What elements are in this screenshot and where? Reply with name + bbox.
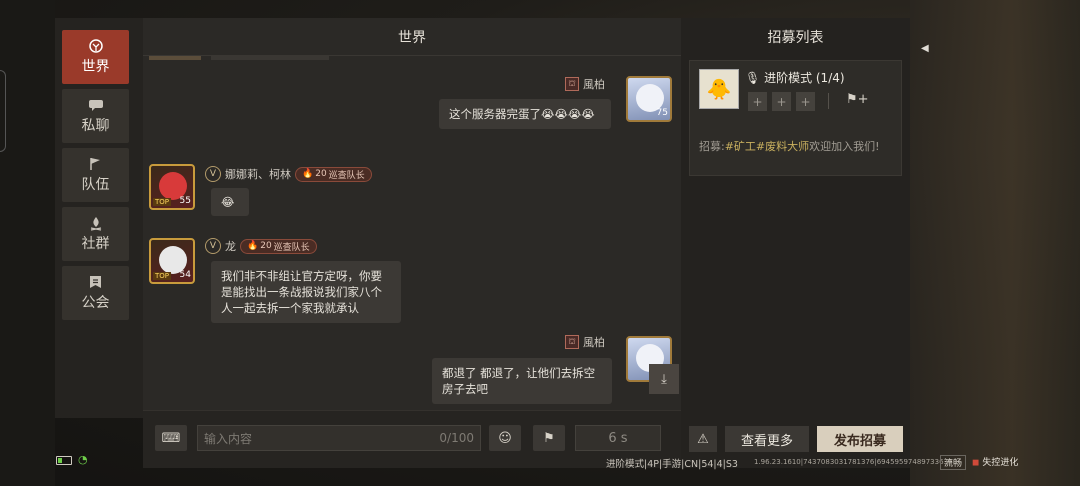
warning-icon: ⚠ [697,431,709,447]
game-screen: 世界 私聊 队伍 社群 公会 世界 ⛫ 風柏 75 这个服务器完蛋了😭😭😭😭 T… [0,0,1080,486]
avatar-level: 75 [656,108,668,118]
game-logo: ◼ 失控进化 [972,458,1019,468]
message-2-header: V 娜娜莉、柯林 🔥 20 巡查队长 [205,166,372,182]
vip-icon: V [205,238,221,254]
chat-input[interactable]: 输入内容 0/100 [197,425,481,451]
message-2-sender: 娜娜莉、柯林 [225,168,291,181]
message-1-bubble[interactable]: 这个服务器完蛋了😭😭😭😭 [439,99,611,129]
char-counter: 0/100 [439,431,474,445]
tab-community[interactable]: 社群 [62,207,129,261]
recruit-card[interactable]: 🐥 🎙 进阶模式 (1/4) + + + ⚑+ 招募:#矿工#废料大师欢迎加入我… [689,60,902,176]
message-3-bubble[interactable]: 我们非不非组让官方定呀，你要是能找出一条战报说我们家八个人一起去拆一个家我就承认 [211,261,401,323]
tab-world[interactable]: 世界 [62,30,129,84]
tab-private-chat-label: 私聊 [81,118,110,134]
message-3-avatar[interactable]: TOP 54 [149,238,195,284]
chat-input-bar: ⌨ 输入内容 0/100 ☺ ⚑ 6 s [143,410,681,468]
message-1-sender: 風柏 [583,78,605,91]
tab-community-label: 社群 [81,236,110,252]
tab-guild[interactable]: 公会 [62,266,129,320]
vip-icon: V [205,166,221,182]
tab-guild-label: 公会 [81,295,110,311]
guild-emblem-icon: ⛫ [565,77,579,91]
edge-handle[interactable] [0,70,6,152]
backdrop-left [0,0,55,486]
campfire-icon [87,215,105,231]
message-2-avatar[interactable]: TOP 55 [149,164,195,210]
performance-mode: 流畅 [940,455,967,470]
recruit-mode: 🎙 进阶模式 (1/4) [745,69,845,86]
collapse-arrow-icon[interactable]: ◀ [921,43,929,54]
chat-panel: 世界 ⛫ 風柏 75 这个服务器完蛋了😭😭😭😭 TOP 55 V 娜娜莉、柯林 … [143,18,681,468]
tab-private-chat[interactable]: 私聊 [62,89,129,143]
empty-slot-1[interactable]: + [748,92,767,111]
rank-badge-title: 巡查队长 [328,170,365,181]
send-button[interactable]: 6 s [575,425,661,451]
message-2-bubble[interactable]: 😂 [211,188,249,216]
recruit-message-prefix: 招募: [699,140,725,153]
post-recruit-button[interactable]: 发布招募 [817,426,903,452]
message-1-avatar[interactable]: 75 [626,76,672,122]
rank-flame-icon: 🔥 [247,241,259,251]
voice-toggle-button[interactable]: ⌨ [155,425,187,451]
emoji-icon: ☺ [498,430,512,446]
keyboard-mic-icon: ⌨ [161,430,181,446]
banner-icon [87,274,105,290]
previous-message-avatar [149,56,201,60]
chat-input-placeholder: 输入内容 [204,431,253,446]
chat-title: 世界 [143,18,681,56]
top-tag: TOP [153,272,172,280]
empty-slot-3[interactable]: + [796,92,815,111]
recruit-panel: 招募列表 🐥 🎙 进阶模式 (1/4) + + + ⚑+ 招募:#矿工#废料大师… [681,18,910,468]
rank-badge-title: 巡查队长 [273,242,310,253]
game-mode-info: 进阶模式|4P|手游|CN|54|4|S3 [606,459,738,470]
recruit-mode-text: 进阶模式 (1/4) [764,71,845,85]
tab-team[interactable]: 队伍 [62,148,129,202]
join-flag-icon[interactable]: ⚑+ [846,92,869,107]
tab-world-label: 世界 [81,59,110,75]
top-tag: TOP [153,198,172,206]
avatar-level: 54 [179,270,191,280]
message-3-header: V 龙 🔥 20 巡查队长 [205,238,317,254]
message-list[interactable]: ⛫ 風柏 75 这个服务器完蛋了😭😭😭😭 TOP 55 V 娜娜莉、柯林 🔥 2… [143,56,681,428]
guild-emblem-icon: ⛫ [565,335,579,349]
slot-divider [828,93,829,109]
version-info: 1.96.23.1610|7437083031781376|6945959748… [754,458,953,466]
share-flag-button[interactable]: ⚑ [533,425,565,451]
wifi-icon: ◔ [78,453,88,466]
message-4-bubble[interactable]: 都退了 都退了，让他们去拆空房子去吧 [432,358,612,404]
flag-icon [87,156,105,172]
previous-message-bubble [211,56,329,60]
rank-badge-number: 20 [260,241,272,251]
tab-team-label: 队伍 [81,177,110,193]
avatar-level: 55 [179,196,191,206]
empty-slot-2[interactable]: + [772,92,791,111]
message-3-sender: 龙 [225,240,236,253]
mic-icon: 🎙 [745,71,761,85]
recruit-message-suffix: 欢迎加入我们! [809,140,880,153]
chat-bubble-icon [87,97,105,113]
recruit-message-tags: #矿工#废料大师 [724,140,810,153]
view-more-button[interactable]: 查看更多 [725,426,809,452]
rank-badge-number: 20 [315,169,327,179]
scroll-to-bottom-icon[interactable]: ⤓ [649,364,679,394]
rank-badge: 🔥 20 巡查队长 [295,166,372,182]
report-button[interactable]: ⚠ [689,426,717,452]
recruiter-avatar[interactable]: 🐥 [699,69,739,109]
rank-badge: 🔥 20 巡查队长 [240,238,317,254]
emoji-button[interactable]: ☺ [489,425,521,451]
recruit-message: 招募:#矿工#废料大师欢迎加入我们! [699,139,895,154]
chat-channel-sidebar: 世界 私聊 队伍 社群 公会 [55,18,143,418]
battery-icon [56,456,72,465]
backdrop-right [910,0,1080,486]
message-4-sender: 風柏 [583,336,605,349]
globe-icon [87,38,105,54]
game-logo-text: 失控进化 [982,458,1019,468]
rank-flame-icon: 🔥 [302,169,314,179]
message-1-header: ⛫ 風柏 [565,76,605,92]
recruit-title: 招募列表 [767,30,824,46]
message-4-header: ⛫ 風柏 [565,334,605,350]
flag-share-icon: ⚑ [543,430,555,446]
